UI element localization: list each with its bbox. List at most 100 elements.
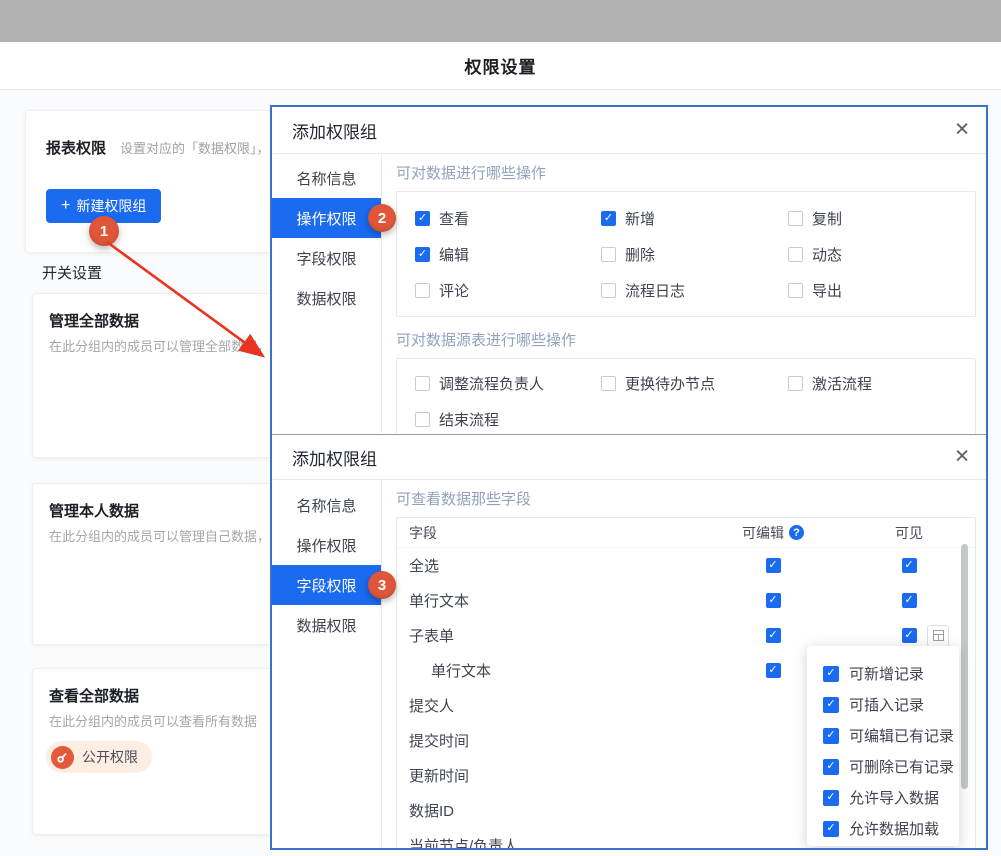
option-label: 流程日志 <box>625 280 685 301</box>
public-permission-label: 公开权限 <box>82 747 138 767</box>
modal-content: 可查看数据那些字段 字段 可编辑 ? 可见 全选✓✓单行文本✓✓子表单✓✓单行文… <box>382 480 986 847</box>
close-icon[interactable]: ✕ <box>954 121 970 140</box>
option-label: 调整流程负责人 <box>439 373 544 394</box>
popover-option-允许导入数据[interactable]: ✓允许导入数据 <box>823 782 959 813</box>
tab-名称信息[interactable]: 名称信息 <box>272 485 381 525</box>
checkbox[interactable] <box>788 283 803 298</box>
question-icon[interactable]: ? <box>789 525 804 540</box>
checkbox[interactable] <box>788 376 803 391</box>
checkbox[interactable] <box>415 283 430 298</box>
tab-操作权限[interactable]: 操作权限2 <box>272 198 381 238</box>
option-label: 查看 <box>439 208 469 229</box>
checkbox[interactable]: ✓ <box>823 697 839 713</box>
popover-option-可删除已有记录[interactable]: ✓可删除已有记录 <box>823 751 959 782</box>
permission-group-card-manage-all: 管理全部数据 在此分组内的成员可以管理全部数据，并拥 <box>32 293 282 458</box>
option-流程日志[interactable]: 流程日志 <box>601 272 788 308</box>
option-查看[interactable]: ✓ 查看 <box>415 200 601 236</box>
report-permission-title: 报表权限 <box>46 140 106 157</box>
option-编辑[interactable]: ✓ 编辑 <box>415 236 601 272</box>
tab-名称信息[interactable]: 名称信息 <box>272 158 381 198</box>
add-permission-group-modal-fields: 添加权限组 ✕ 名称信息操作权限字段权限3数据权限 可查看数据那些字段 字段 可… <box>272 434 986 848</box>
card-desc: 在此分组内的成员可以管理自己数据，并拥 <box>49 526 282 545</box>
option-label: 结束流程 <box>439 409 499 430</box>
checkbox[interactable]: ✓ <box>823 821 839 837</box>
checkbox[interactable]: ✓ <box>766 663 781 678</box>
checkbox[interactable] <box>601 376 616 391</box>
checkbox[interactable]: ✓ <box>902 593 917 608</box>
option-删除[interactable]: 删除 <box>601 236 788 272</box>
popover-option-可新增记录[interactable]: ✓ 可新增记录 <box>823 658 959 689</box>
checkbox[interactable]: ✓ <box>766 593 781 608</box>
tab-字段权限[interactable]: 字段权限3 <box>272 565 381 605</box>
field-name: 提交人 <box>397 695 703 716</box>
tab-数据权限[interactable]: 数据权限 <box>272 605 381 645</box>
checkbox[interactable]: ✓ <box>601 211 616 226</box>
option-新增[interactable]: ✓ 新增 <box>601 200 788 236</box>
checkbox[interactable]: ✓ <box>415 247 430 262</box>
tab-操作权限[interactable]: 操作权限 <box>272 525 381 565</box>
subform-settings-button[interactable] <box>927 625 949 647</box>
checkbox[interactable] <box>601 247 616 262</box>
option-label: 动态 <box>812 244 842 265</box>
option-更换待办节点[interactable]: 更换待办节点 <box>601 365 788 401</box>
step-badge: 3 <box>368 571 396 599</box>
checkbox[interactable]: ✓ <box>766 558 781 573</box>
modal-stack: 添加权限组 ✕ 名称信息操作权限2字段权限数据权限 可对数据进行哪些操作 ✓查看… <box>270 105 988 850</box>
popover-option-label: 可新增记录 <box>849 663 924 684</box>
option-评论[interactable]: 评论 <box>415 272 601 308</box>
field-row-单行文本: 单行文本✓✓ <box>397 583 975 618</box>
option-label: 编辑 <box>439 244 469 265</box>
tab-字段权限[interactable]: 字段权限 <box>272 238 381 278</box>
checkbox[interactable]: ✓ <box>902 628 917 643</box>
option-label: 新增 <box>625 208 655 229</box>
data-operations-label: 可对数据进行哪些操作 <box>396 162 976 183</box>
option-调整流程负责人[interactable]: 调整流程负责人 <box>415 365 601 401</box>
editable-cell: ✓ <box>703 558 843 573</box>
tab-label: 名称信息 <box>296 168 356 189</box>
modal-header: 添加权限组 ✕ <box>272 107 986 154</box>
checkbox[interactable] <box>601 283 616 298</box>
field-name: 提交时间 <box>397 730 703 751</box>
option-导出[interactable]: 导出 <box>788 272 975 308</box>
option-结束流程[interactable]: 结束流程 <box>415 401 601 434</box>
checkbox[interactable] <box>415 376 430 391</box>
popover-option-可编辑已有记录[interactable]: ✓可编辑已有记录 <box>823 720 959 751</box>
card-title: 管理本人数据 <box>49 500 139 521</box>
tab-label: 数据权限 <box>296 615 356 636</box>
popover-option-允许数据加载[interactable]: ✓允许数据加载 <box>823 813 959 844</box>
tab-label: 数据权限 <box>296 288 356 309</box>
checkbox[interactable]: ✓ <box>415 211 430 226</box>
option-动态[interactable]: 动态 <box>788 236 975 272</box>
checkbox[interactable]: ✓ <box>823 728 839 744</box>
column-visible: 可见 <box>843 523 975 543</box>
public-permission-badge: 公开权限 <box>46 741 152 773</box>
add-permission-group-modal-operations: 添加权限组 ✕ 名称信息操作权限2 字段权限数据权限 可对数据进行哪些操作 ✓ 查看… <box>272 107 986 434</box>
tab-数据权限[interactable]: 数据权限 <box>272 278 381 318</box>
option-label: 导出 <box>812 280 842 301</box>
close-icon[interactable]: ✕ <box>954 448 970 467</box>
checkbox[interactable] <box>788 247 803 262</box>
checkbox[interactable] <box>788 211 803 226</box>
option-激活流程[interactable]: 激活流程 <box>788 365 975 401</box>
option-复制[interactable]: 复制 <box>788 200 975 236</box>
subform-grid-icon <box>933 630 944 641</box>
viewable-fields-label: 可查看数据那些字段 <box>396 488 976 509</box>
tab-label: 字段权限 <box>296 248 356 269</box>
modal-sidebar: 名称信息操作权限2 字段权限数据权限 <box>272 154 382 433</box>
page-title: 权限设置 <box>465 53 537 78</box>
popover-option-label: 可插入记录 <box>849 694 924 715</box>
permission-group-card-manage-own: 管理本人数据 在此分组内的成员可以管理自己数据，并拥 <box>32 483 282 645</box>
checkbox[interactable]: ✓ <box>823 666 839 682</box>
top-gray-bar <box>0 0 1001 42</box>
permission-group-card-view-all: 查看全部数据 在此分组内的成员可以查看所有数据 公开权限 <box>32 668 282 835</box>
checkbox[interactable]: ✓ <box>823 790 839 806</box>
checkbox[interactable] <box>415 412 430 427</box>
option-label: 复制 <box>812 208 842 229</box>
popover-option-可插入记录[interactable]: ✓ 可插入记录 <box>823 689 959 720</box>
field-name: 子表单 <box>397 625 703 646</box>
column-editable: 可编辑 <box>742 523 784 543</box>
scrollbar-thumb[interactable] <box>961 544 968 789</box>
checkbox[interactable]: ✓ <box>823 759 839 775</box>
checkbox[interactable]: ✓ <box>902 558 917 573</box>
checkbox[interactable]: ✓ <box>766 628 781 643</box>
